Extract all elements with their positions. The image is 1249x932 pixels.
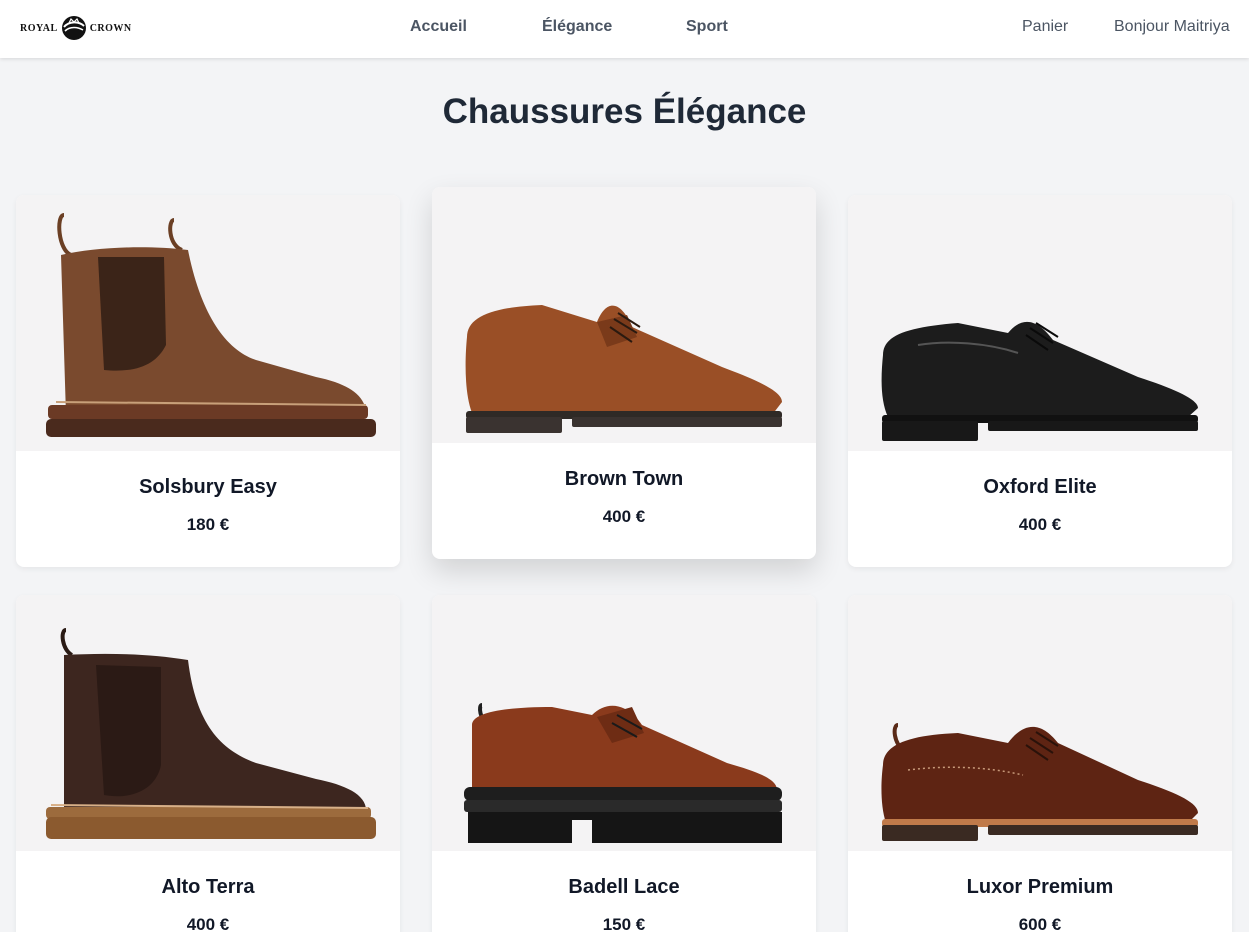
product-price: 150 € xyxy=(602,915,646,932)
product-image xyxy=(432,187,816,443)
product-card[interactable]: Luxor Premium 600 € xyxy=(848,595,1232,932)
product-image xyxy=(432,595,816,851)
product-price: 400 € xyxy=(1018,515,1062,534)
logo-left-word: ROYAL xyxy=(20,22,58,34)
brown-derby-shoe-icon xyxy=(465,305,782,433)
product-name: Alto Terra xyxy=(161,876,255,898)
product-card[interactable]: Badell Lace 150 € xyxy=(432,595,816,932)
product-price: 600 € xyxy=(1018,915,1062,932)
product-image xyxy=(16,595,400,851)
nav-sport-link[interactable]: Sport xyxy=(686,18,728,36)
nav-home-link[interactable]: Accueil xyxy=(410,18,467,36)
product-card[interactable]: Alto Terra 400 € xyxy=(16,595,400,932)
product-image xyxy=(16,195,400,451)
product-card[interactable]: Oxford Elite 400 € xyxy=(848,195,1232,567)
product-name: Badell Lace xyxy=(568,876,680,898)
product-image xyxy=(848,595,1232,851)
brown-chelsea-boot-icon xyxy=(46,213,376,437)
product-card[interactable]: Brown Town 400 € xyxy=(432,187,816,559)
dark-brown-suede-chelsea-boot-icon xyxy=(46,628,376,839)
product-name: Solsbury Easy xyxy=(139,476,277,498)
product-price: 400 € xyxy=(602,507,646,526)
nav-cart-link[interactable]: Panier xyxy=(1022,18,1068,36)
crown-emblem-icon xyxy=(61,16,86,40)
brand-logo[interactable]: ROYAL CROWN xyxy=(20,14,132,42)
product-name: Brown Town xyxy=(564,468,684,490)
product-price: 180 € xyxy=(186,515,230,534)
black-derby-shoe-icon xyxy=(881,321,1198,441)
navbar: ROYAL CROWN Accueil Élégance Sport Panie… xyxy=(0,0,1249,58)
page-title: Chaussures Élégance xyxy=(442,92,807,131)
logo-right-word: CROWN xyxy=(89,22,132,34)
nav-user-greeting[interactable]: Bonjour Maitriya xyxy=(1114,18,1230,36)
nav-elegance-link[interactable]: Élégance xyxy=(542,18,612,36)
product-price: 400 € xyxy=(186,915,230,932)
product-card[interactable]: Solsbury Easy 180 € xyxy=(16,195,400,567)
product-name: Oxford Elite xyxy=(983,476,1097,498)
product-image xyxy=(848,195,1232,451)
product-name: Luxor Premium xyxy=(966,876,1114,898)
rust-suede-lace-shoe-icon xyxy=(464,703,782,843)
brown-brogue-shoe-icon xyxy=(881,723,1198,841)
